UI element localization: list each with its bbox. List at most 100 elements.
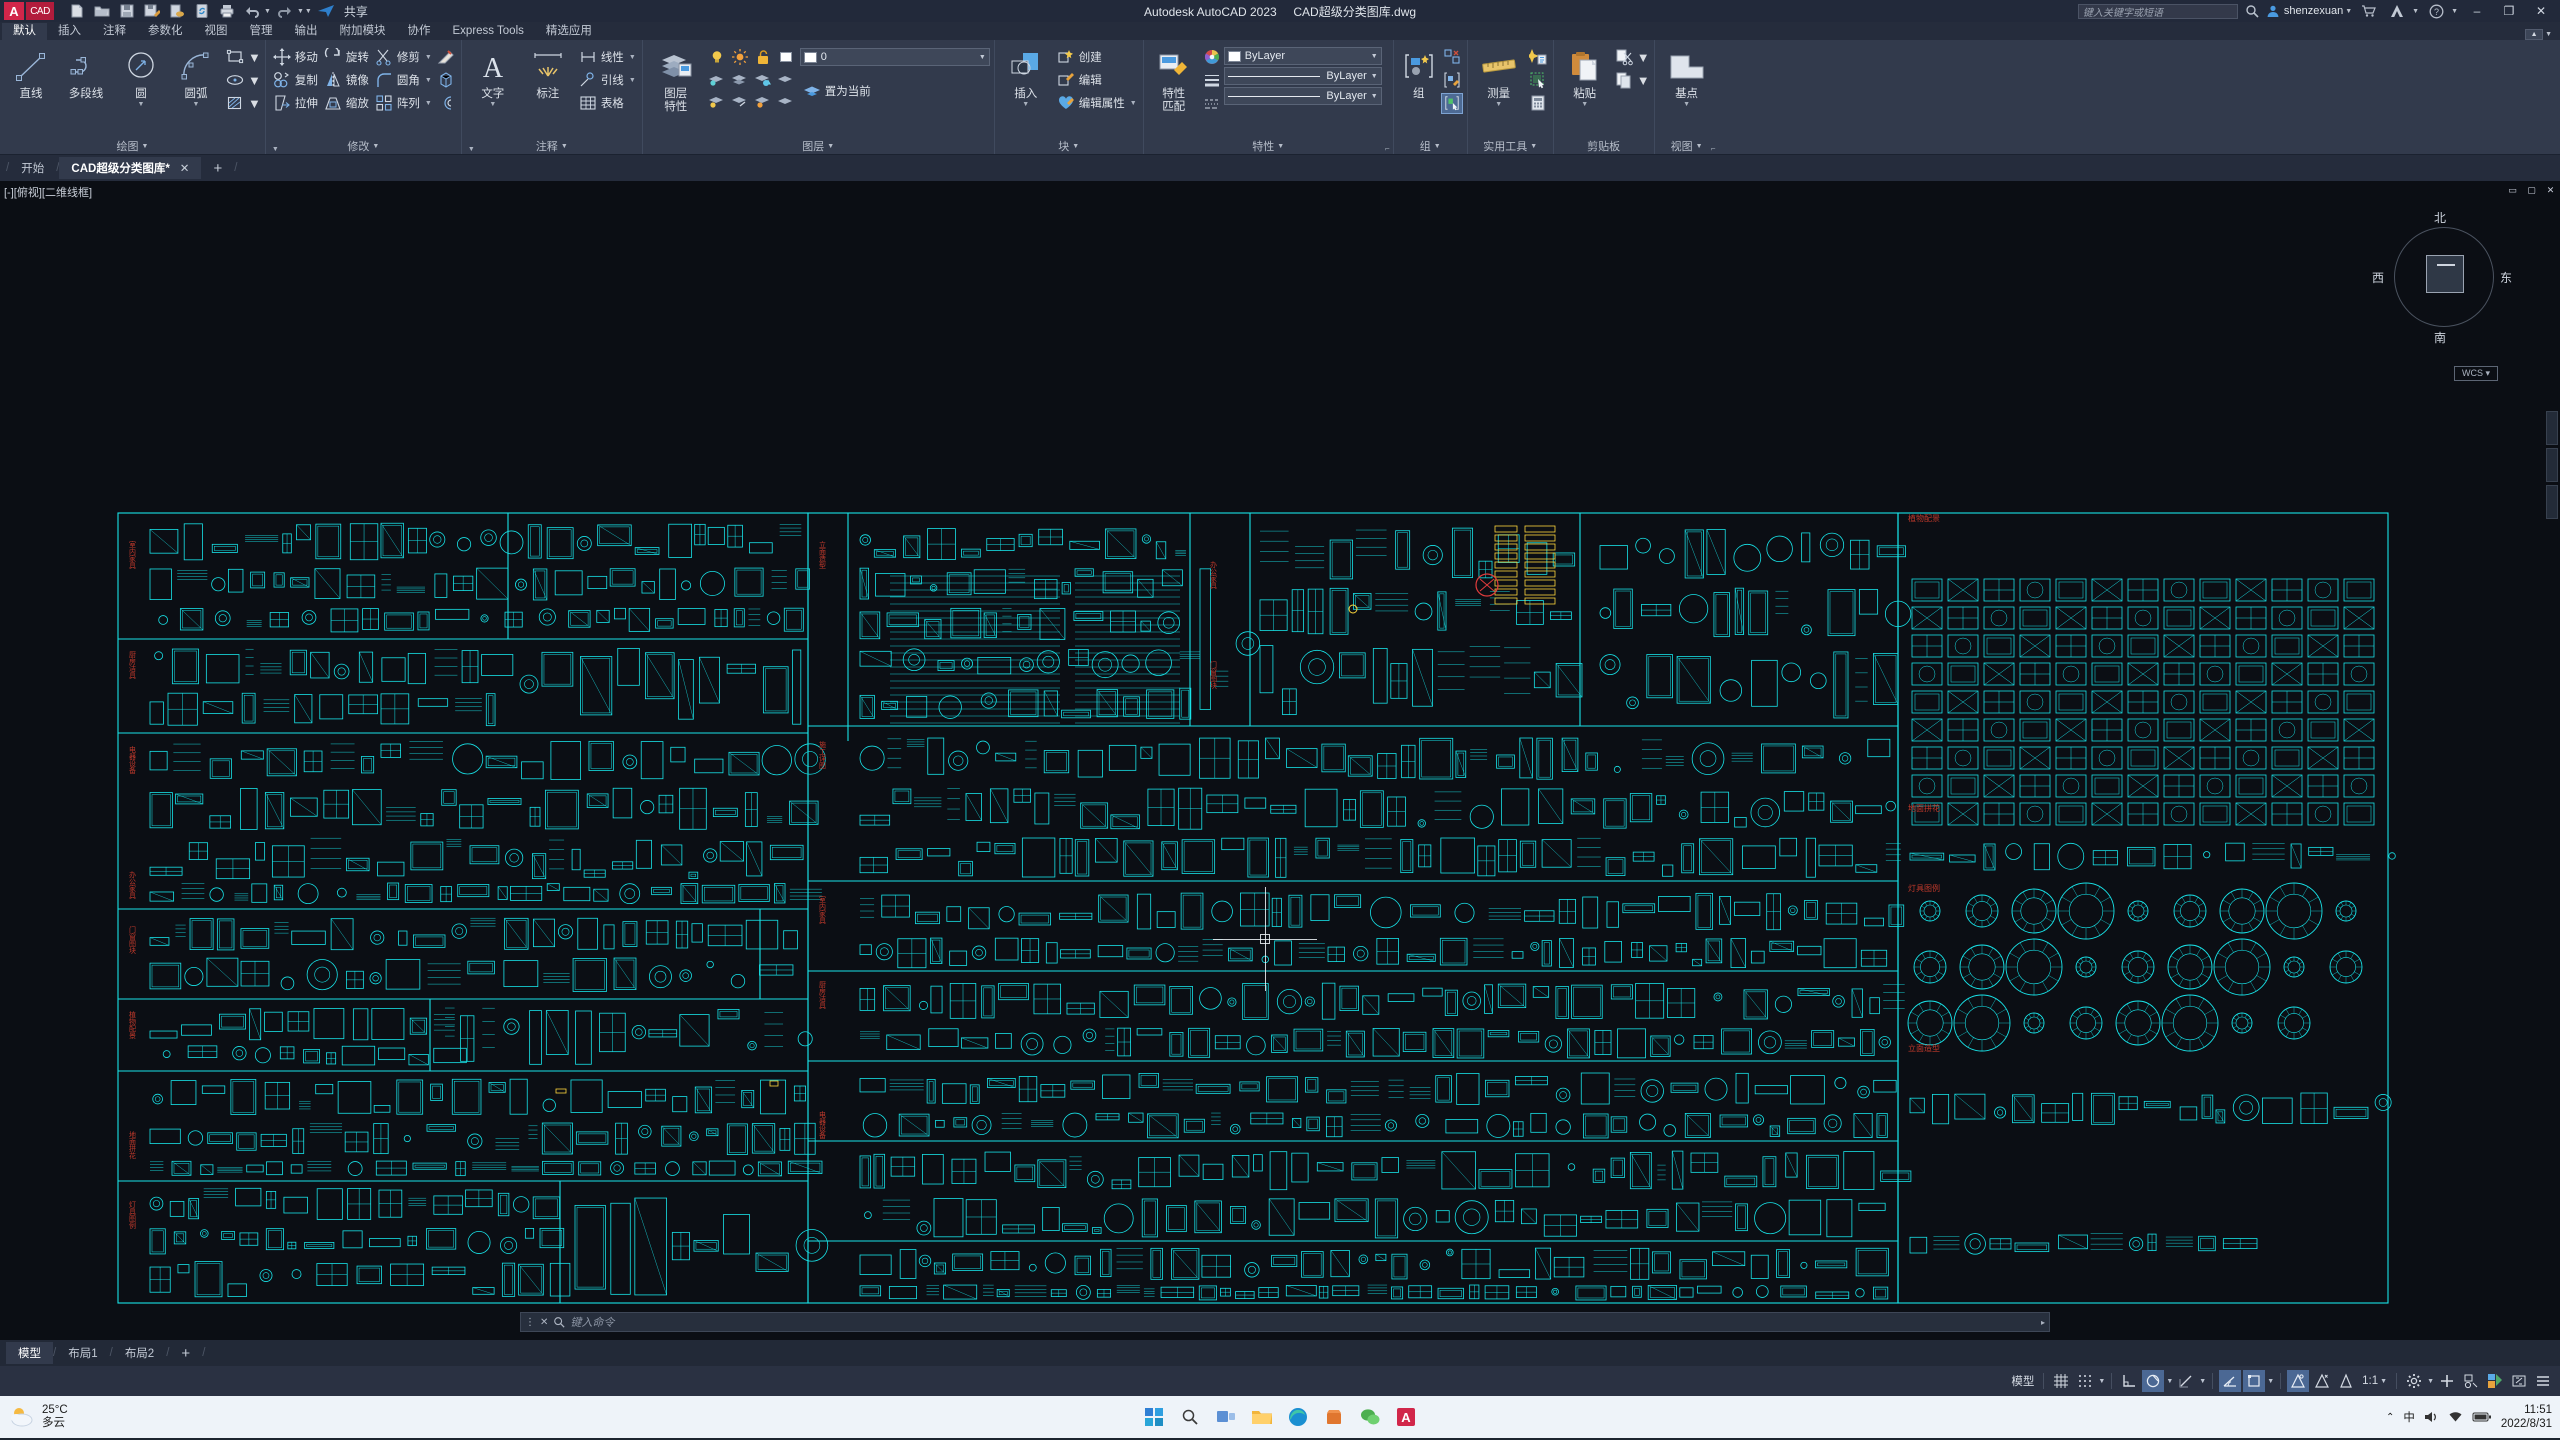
modify-stretch-button[interactable]: 拉伸 bbox=[270, 92, 320, 114]
hatch-icon[interactable] bbox=[224, 93, 246, 114]
store-icon[interactable] bbox=[1319, 1402, 1349, 1432]
close-button[interactable]: ✕ bbox=[2528, 1, 2554, 21]
autodesk-app-icon[interactable] bbox=[2386, 1, 2408, 21]
layer-selector-dropdown[interactable]: 0 ▼ bbox=[799, 48, 990, 66]
annotation-table-button[interactable]: 表格 bbox=[576, 92, 638, 114]
block-edit-attributes-button[interactable]: 编辑属性 ▼ bbox=[1054, 92, 1139, 114]
polar-tracking-toggle[interactable] bbox=[2219, 1370, 2242, 1392]
ortho-mode-caret-icon[interactable]: ▼ bbox=[2199, 1378, 2206, 1385]
ribbon-minimize-caret-icon[interactable]: ▼ bbox=[2545, 31, 2552, 38]
modify-scale-button[interactable]: 缩放 bbox=[321, 92, 371, 114]
help-caret-icon[interactable]: ▼ bbox=[2451, 8, 2458, 15]
search-taskbar-icon[interactable] bbox=[1175, 1402, 1205, 1432]
group-edit-icon[interactable] bbox=[1441, 70, 1463, 91]
panel-layer-caret-icon[interactable]: ▼ bbox=[827, 143, 834, 150]
cloud-save-icon[interactable] bbox=[166, 1, 188, 21]
panel-view-title[interactable]: 视图 ▼ ⌐ bbox=[1659, 138, 1716, 154]
ellipse-icon[interactable] bbox=[224, 70, 246, 91]
panel-view-caret-icon[interactable]: ▼ bbox=[1696, 143, 1703, 150]
copy-clip-dropdown-caret[interactable]: ▼ bbox=[1637, 73, 1650, 88]
linetype-icon[interactable] bbox=[1201, 93, 1223, 114]
draw-polyline-button[interactable]: 多段线 bbox=[59, 44, 113, 101]
workspace-gear-icon[interactable] bbox=[2403, 1370, 2425, 1392]
modify-fillet-button[interactable]: 圆角 ▼ bbox=[372, 69, 434, 91]
menu-icon[interactable] bbox=[2532, 1370, 2554, 1392]
modify-rotate-button[interactable]: 旋转 bbox=[321, 46, 371, 68]
osnap-tracking-toggle[interactable] bbox=[2311, 1370, 2333, 1392]
property-linetype-caret-icon[interactable]: ▼ bbox=[1371, 93, 1378, 100]
block-insert-button[interactable]: 插入 ▼ bbox=[999, 44, 1053, 108]
command-history-caret-icon[interactable]: ▸ bbox=[2041, 1318, 2045, 1327]
select-all-icon[interactable] bbox=[1527, 70, 1549, 91]
panel-block-caret-icon[interactable]: ▼ bbox=[1072, 143, 1079, 150]
panel-properties-dialog-launcher[interactable]: ⌐ bbox=[1385, 144, 1390, 153]
3d-solid-icon[interactable] bbox=[435, 70, 457, 91]
ribbon-tab-insert[interactable]: 插入 bbox=[47, 23, 92, 40]
annotation-text-button[interactable]: A 文字 ▼ bbox=[466, 44, 520, 108]
new-file-icon[interactable] bbox=[66, 1, 88, 21]
command-options-icon[interactable]: ⋮ bbox=[525, 1317, 535, 1328]
base-point-button[interactable]: 基点 ▼ bbox=[1659, 44, 1715, 108]
wechat-icon[interactable] bbox=[1355, 1402, 1385, 1432]
panel-modify-expand-caret-icon[interactable]: ▼ bbox=[272, 146, 279, 153]
sun-icon[interactable] bbox=[729, 47, 751, 68]
help-icon[interactable]: ? bbox=[2425, 1, 2447, 21]
block-edit-button[interactable]: 编辑 bbox=[1054, 69, 1139, 91]
search-icon[interactable] bbox=[2244, 3, 2260, 19]
annotation-scale-caret-icon[interactable]: ▼ bbox=[2380, 1378, 2387, 1385]
panel-group-title[interactable]: 组 ▼ bbox=[1398, 138, 1463, 154]
group-selection-row[interactable] bbox=[1440, 92, 1463, 114]
rectangle-icon[interactable] bbox=[224, 47, 246, 68]
property-lineweight-caret-icon[interactable]: ▼ bbox=[1371, 73, 1378, 80]
snap-mode-caret-icon[interactable]: ▼ bbox=[2098, 1378, 2105, 1385]
quick-select-icon[interactable] bbox=[1527, 47, 1549, 68]
paste-dropdown-caret[interactable]: ▼ bbox=[1581, 101, 1588, 108]
draw-hatch-row[interactable]: ▼ bbox=[224, 92, 261, 114]
clean-screen-icon[interactable] bbox=[2508, 1370, 2530, 1392]
modify-move-button[interactable]: 移动 bbox=[270, 46, 320, 68]
ime-indicator[interactable]: 中 bbox=[2403, 1409, 2415, 1425]
sync-icon[interactable] bbox=[191, 1, 213, 21]
annotation-text-dropdown-caret[interactable]: ▼ bbox=[489, 101, 496, 108]
snap-mode-toggle[interactable] bbox=[2074, 1370, 2096, 1392]
command-line[interactable]: ⋮ ✕ 键入命令 ▸ bbox=[520, 1312, 2050, 1332]
isometric-draft-caret-icon[interactable]: ▼ bbox=[2267, 1378, 2274, 1385]
unlock-icon[interactable] bbox=[752, 47, 774, 68]
panel-utilities-title[interactable]: 实用工具 ▼ bbox=[1472, 138, 1549, 154]
annotation-linear-dropdown-caret[interactable]: ▼ bbox=[629, 54, 636, 61]
ortho-mode-toggle[interactable] bbox=[2175, 1370, 2197, 1392]
account-menu[interactable]: shenzexuan ▼ bbox=[2266, 4, 2352, 18]
annotation-visibility-toggle[interactable] bbox=[2335, 1370, 2357, 1392]
modify-trim-dropdown-caret[interactable]: ▼ bbox=[425, 54, 432, 61]
draw-circle-dropdown-caret[interactable]: ▼ bbox=[138, 101, 145, 108]
copy-clip-row[interactable]: ▼ bbox=[1613, 69, 1650, 91]
help-search-input[interactable]: 键入关键字或短语 bbox=[2077, 3, 2238, 19]
ribbon-tab-collaborate[interactable]: 协作 bbox=[397, 23, 442, 40]
annotation-scale-selector[interactable]: 1:1 ▼ bbox=[2359, 1370, 2390, 1392]
layer-merge-icon[interactable] bbox=[775, 69, 797, 90]
infer-constraints-toggle[interactable] bbox=[2118, 1370, 2140, 1392]
taskbar-clock[interactable]: 11:51 2022/8/31 bbox=[2501, 1403, 2552, 1431]
panel-modify-caret-icon[interactable]: ▼ bbox=[372, 143, 379, 150]
quick-calc-row[interactable] bbox=[1527, 92, 1549, 114]
lineweight-icon[interactable] bbox=[1201, 70, 1223, 91]
customization-icon[interactable] bbox=[2436, 1370, 2458, 1392]
layer-unisolate-icon[interactable] bbox=[729, 91, 751, 112]
erase-icon[interactable] bbox=[435, 47, 457, 68]
quick-select-row[interactable] bbox=[1527, 46, 1549, 68]
weather-widget[interactable]: 25°C 多云 bbox=[8, 1404, 68, 1430]
undo-icon[interactable] bbox=[241, 1, 263, 21]
annotation-linear-button[interactable]: 线性 ▼ bbox=[576, 46, 638, 68]
workspace-caret-icon[interactable]: ▼ bbox=[2427, 1378, 2434, 1385]
measure-button[interactable]: 测量 ▼ bbox=[1472, 44, 1526, 108]
ribbon-minimize-button[interactable]: ▲ bbox=[2525, 29, 2544, 40]
dynamic-ucs-toggle[interactable] bbox=[2142, 1370, 2165, 1392]
property-color-dropdown[interactable]: ByLayer ▼ bbox=[1223, 47, 1382, 65]
color-swatch-icon[interactable] bbox=[775, 47, 797, 68]
group-button[interactable]: 组 bbox=[1398, 44, 1440, 101]
ribbon-tab-express-tools[interactable]: Express Tools bbox=[442, 23, 535, 40]
layer-isolate-icon[interactable] bbox=[706, 69, 728, 90]
status-model-button[interactable]: 模型 bbox=[2008, 1370, 2037, 1392]
layer-thaw-icon[interactable] bbox=[752, 91, 774, 112]
panel-modify-title[interactable]: ▼ 修改 ▼ bbox=[270, 138, 457, 154]
